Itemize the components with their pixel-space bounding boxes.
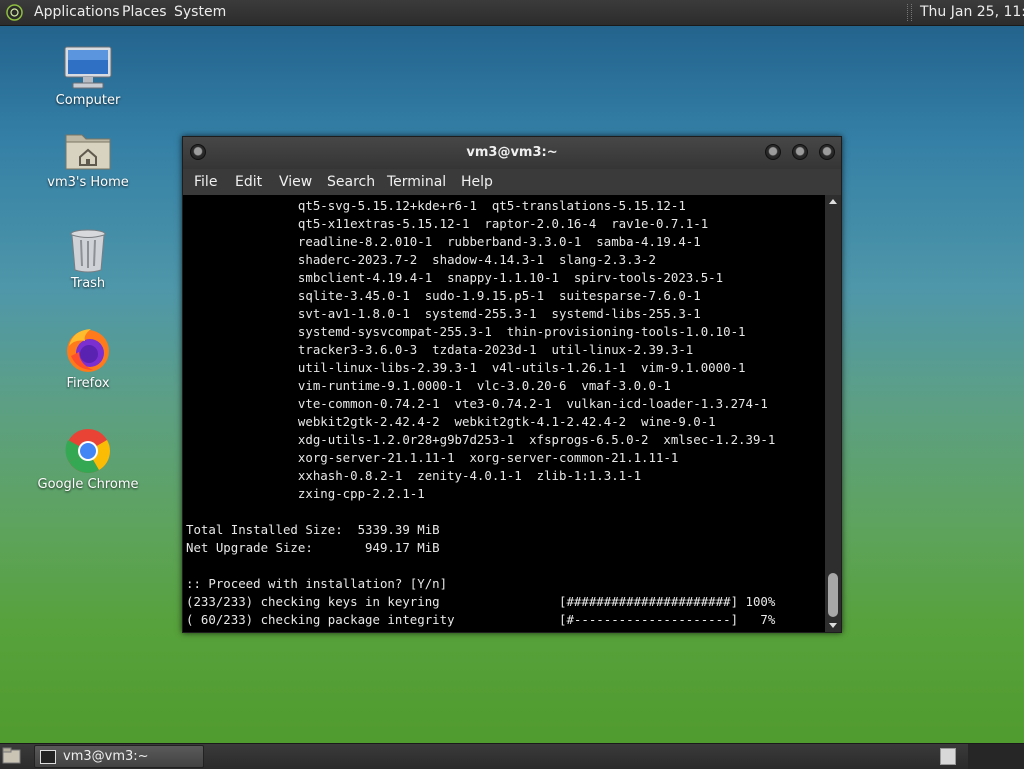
- panel-tray-area: [968, 744, 1024, 769]
- scroll-down-arrow-icon[interactable]: [829, 623, 837, 628]
- desktop-icon-label: Computer: [55, 93, 121, 108]
- panel-separator: [907, 4, 912, 21]
- terminal-line: webkit2gtk-2.42.4-2 webkit2gtk-4.1-2.42.…: [186, 414, 716, 429]
- terminal-line: zxing-cpp-2.2.1-1: [186, 486, 425, 501]
- terminal-line: (233/233) checking keys in keyring [####…: [186, 594, 776, 609]
- bottom-panel: vm3@vm3:~: [0, 743, 1024, 769]
- places-menu[interactable]: Places: [122, 4, 167, 20]
- desktop-icon-label: vm3's Home: [47, 175, 129, 190]
- terminal-scrollbar[interactable]: [825, 195, 841, 632]
- terminal-line: Total Installed Size: 5339.39 MiB: [186, 522, 440, 537]
- distro-logo-icon[interactable]: [6, 4, 23, 21]
- desktop-icon-label: Trash: [70, 276, 106, 291]
- window-titlebar[interactable]: vm3@vm3:~: [183, 137, 841, 169]
- terminal-icon: [40, 750, 56, 764]
- terminal-line: sqlite-3.45.0-1 sudo-1.9.15.p5-1 suitesp…: [186, 288, 701, 303]
- desktop-icon-home[interactable]: vm3's Home: [33, 127, 143, 190]
- desktop-icon-computer[interactable]: Computer: [33, 45, 143, 108]
- taskbar-button-label: vm3@vm3:~: [63, 749, 149, 764]
- terminal-line: vim-runtime-9.1.0000-1 vlc-3.0.20-6 vmaf…: [186, 378, 671, 393]
- taskbar-terminal-button[interactable]: vm3@vm3:~: [34, 745, 204, 768]
- menu-help[interactable]: Help: [461, 174, 493, 190]
- terminal-line: tracker3-3.6.0-3 tzdata-2023d-1 util-lin…: [186, 342, 694, 357]
- terminal-output[interactable]: qt5-svg-5.15.12+kde+r6-1 qt5-translation…: [183, 195, 825, 632]
- firefox-icon: [67, 329, 109, 372]
- menu-edit[interactable]: Edit: [235, 174, 262, 190]
- terminal-line: util-linux-libs-2.39.3-1 v4l-utils-1.26.…: [186, 360, 746, 375]
- terminal-line: vte-common-0.74.2-1 vte3-0.74.2-1 vulkan…: [186, 396, 768, 411]
- workspace-switcher[interactable]: [940, 748, 956, 765]
- terminal-line: qt5-x11extras-5.15.12-1 raptor-2.0.16-4 …: [186, 216, 709, 231]
- system-menu[interactable]: System: [174, 4, 226, 20]
- terminal-line: :: Proceed with installation? [Y/n]: [186, 576, 448, 591]
- minimize-button[interactable]: [765, 144, 781, 160]
- terminal-line: shaderc-2023.7-2 shadow-4.14.3-1 slang-2…: [186, 252, 656, 267]
- computer-icon: [64, 46, 112, 89]
- terminal-line: Net Upgrade Size: 949.17 MiB: [186, 540, 440, 555]
- maximize-button[interactable]: [792, 144, 808, 160]
- scrollbar-thumb[interactable]: [828, 573, 838, 617]
- top-panel: Applications Places System Thu Jan 25, 1…: [0, 0, 1024, 26]
- desktop-icon-label: Firefox: [66, 376, 110, 391]
- menu-file[interactable]: File: [194, 174, 217, 190]
- trash-icon: [70, 229, 106, 273]
- chrome-icon: [65, 429, 110, 473]
- menu-view[interactable]: View: [279, 174, 312, 190]
- window-title: vm3@vm3:~: [466, 145, 558, 160]
- desktop-icon-chrome[interactable]: Google Chrome: [33, 427, 143, 492]
- desktop-icon-label: Google Chrome: [37, 477, 139, 492]
- terminal-line: qt5-svg-5.15.12+kde+r6-1 qt5-translation…: [186, 198, 686, 213]
- terminal-line: ( 60/233) checking package integrity [#-…: [186, 612, 776, 627]
- applications-menu[interactable]: Applications: [34, 4, 120, 20]
- home-folder-icon: [65, 134, 111, 170]
- terminal-line: xxhash-0.8.2-1 zenity-4.0.1-1 zlib-1:1.3…: [186, 468, 642, 483]
- terminal-line: systemd-sysvcompat-255.3-1 thin-provisio…: [186, 324, 746, 339]
- terminal-line: xorg-server-21.1.11-1 xorg-server-common…: [186, 450, 679, 465]
- desktop-icon-firefox[interactable]: Firefox: [33, 326, 143, 391]
- terminal-line: svt-av1-1.8.0-1 systemd-255.3-1 systemd-…: [186, 306, 701, 321]
- terminal-window[interactable]: vm3@vm3:~ File Edit View Search Terminal…: [182, 136, 842, 633]
- clock[interactable]: Thu Jan 25, 11:43: [920, 4, 1024, 20]
- terminal-line: smbclient-4.19.4-1 snappy-1.1.10-1 spirv…: [186, 270, 724, 285]
- show-desktop-icon[interactable]: [2, 747, 22, 765]
- scroll-up-arrow-icon[interactable]: [829, 199, 837, 204]
- close-button[interactable]: [819, 144, 835, 160]
- desktop-icon-trash[interactable]: Trash: [33, 228, 143, 291]
- terminal-line: readline-8.2.010-1 rubberband-3.3.0-1 sa…: [186, 234, 701, 249]
- menu-terminal[interactable]: Terminal: [387, 174, 446, 190]
- terminal-menubar: File Edit View Search Terminal Help: [183, 169, 841, 195]
- menu-search[interactable]: Search: [327, 174, 375, 190]
- terminal-line: xdg-utils-1.2.0r28+g9b7d253-1 xfsprogs-6…: [186, 432, 776, 447]
